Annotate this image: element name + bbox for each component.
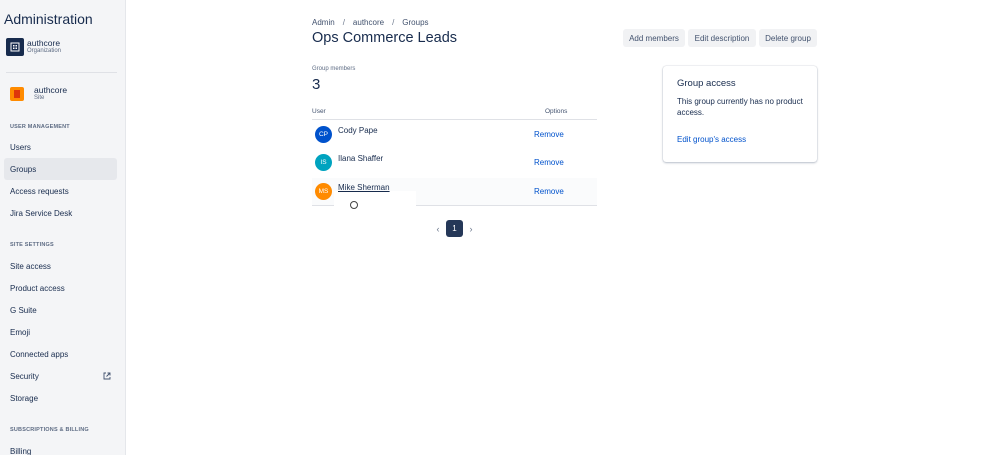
sidebar-item-access-requests[interactable]: Access requests: [4, 180, 117, 202]
remove-member-button[interactable]: Remove: [534, 158, 564, 167]
org-type: Organization: [27, 48, 62, 54]
sidebar-item-storage[interactable]: Storage: [4, 387, 117, 409]
tooltip-mask: [334, 191, 416, 207]
sidebar-item-security-label: Security: [10, 371, 39, 381]
breadcrumb-separator: /: [392, 18, 395, 27]
sidebar-item-security[interactable]: Security: [4, 365, 117, 387]
group-access-title: Group access: [677, 78, 736, 89]
sidebar-item-connected-apps[interactable]: Connected apps: [4, 343, 117, 365]
breadcrumb-site[interactable]: authcore: [353, 18, 384, 27]
org-switcher[interactable]: authcore Organization: [6, 38, 61, 56]
table-row: MS Mike Sherman Remove: [312, 178, 597, 209]
avatar: MS: [315, 183, 332, 200]
app-title: Administration: [4, 11, 93, 27]
org-name: authcore: [27, 38, 61, 48]
sidebar-item-groups[interactable]: Groups: [4, 158, 117, 180]
delete-group-button[interactable]: Delete group: [759, 29, 817, 47]
site-switcher[interactable]: authcore Site: [10, 86, 67, 102]
breadcrumb: Admin / authcore / Groups: [312, 18, 437, 27]
chevron-right-icon[interactable]: ›: [464, 220, 478, 237]
members-table-header: User Options: [312, 108, 597, 120]
member-name[interactable]: Mike Sherman: [338, 183, 390, 192]
sidebar-item-product-access[interactable]: Product access: [4, 277, 117, 299]
page-button-current[interactable]: 1: [446, 220, 463, 237]
breadcrumb-admin[interactable]: Admin: [312, 18, 335, 27]
member-name[interactable]: Ilana Shaffer: [338, 154, 383, 163]
sidebar-item-emoji[interactable]: Emoji: [4, 321, 117, 343]
sidebar-item-billing[interactable]: Billing: [4, 440, 117, 455]
avatar: IS: [315, 154, 332, 171]
members-count: 3: [312, 76, 321, 93]
site-type: Site: [34, 95, 45, 101]
table-row: IS Ilana Shaffer Remove: [312, 149, 597, 177]
organization-icon: [6, 38, 24, 56]
sidebar-item-users[interactable]: Users: [4, 136, 117, 158]
group-access-text: This group currently has no product acce…: [677, 97, 803, 117]
chevron-left-icon[interactable]: ‹: [431, 220, 445, 237]
page-title: Ops Commerce Leads: [312, 30, 458, 46]
section-site-settings: SITE SETTINGS: [10, 242, 54, 248]
breadcrumb-groups[interactable]: Groups: [402, 18, 428, 27]
members-label: Group members: [312, 66, 356, 72]
edit-group-access-link[interactable]: Edit group's access: [677, 135, 746, 144]
column-header-options: Options: [545, 108, 568, 115]
site-name: authcore: [34, 85, 68, 95]
avatar: CP: [315, 126, 332, 143]
breadcrumb-separator: /: [342, 18, 345, 27]
mouse-cursor-icon: [350, 201, 358, 209]
section-subscriptions-billing: SUBSCRIPTIONS & BILLING: [10, 427, 89, 433]
table-row: CP Cody Pape Remove: [312, 121, 597, 149]
edit-description-button[interactable]: Edit description: [688, 29, 756, 47]
sidebar-item-site-access[interactable]: Site access: [4, 255, 117, 277]
sidebar-item-g-suite[interactable]: G Suite: [4, 299, 117, 321]
site-icon: [10, 87, 24, 101]
sidebar-divider: [6, 72, 117, 73]
column-header-user: User: [312, 108, 326, 115]
section-user-management: USER MANAGEMENT: [10, 124, 70, 130]
pagination: ‹ 1 ›: [431, 220, 478, 237]
sidebar-item-jira-service-desk[interactable]: Jira Service Desk: [4, 202, 117, 224]
remove-member-button[interactable]: Remove: [534, 187, 564, 196]
group-access-card: Group access This group currently has no…: [663, 66, 817, 162]
external-link-icon: [103, 372, 111, 380]
member-name[interactable]: Cody Pape: [338, 126, 378, 135]
add-members-button[interactable]: Add members: [623, 29, 685, 47]
remove-member-button[interactable]: Remove: [534, 130, 564, 139]
sidebar: Administration authcore Organization aut…: [0, 0, 126, 455]
